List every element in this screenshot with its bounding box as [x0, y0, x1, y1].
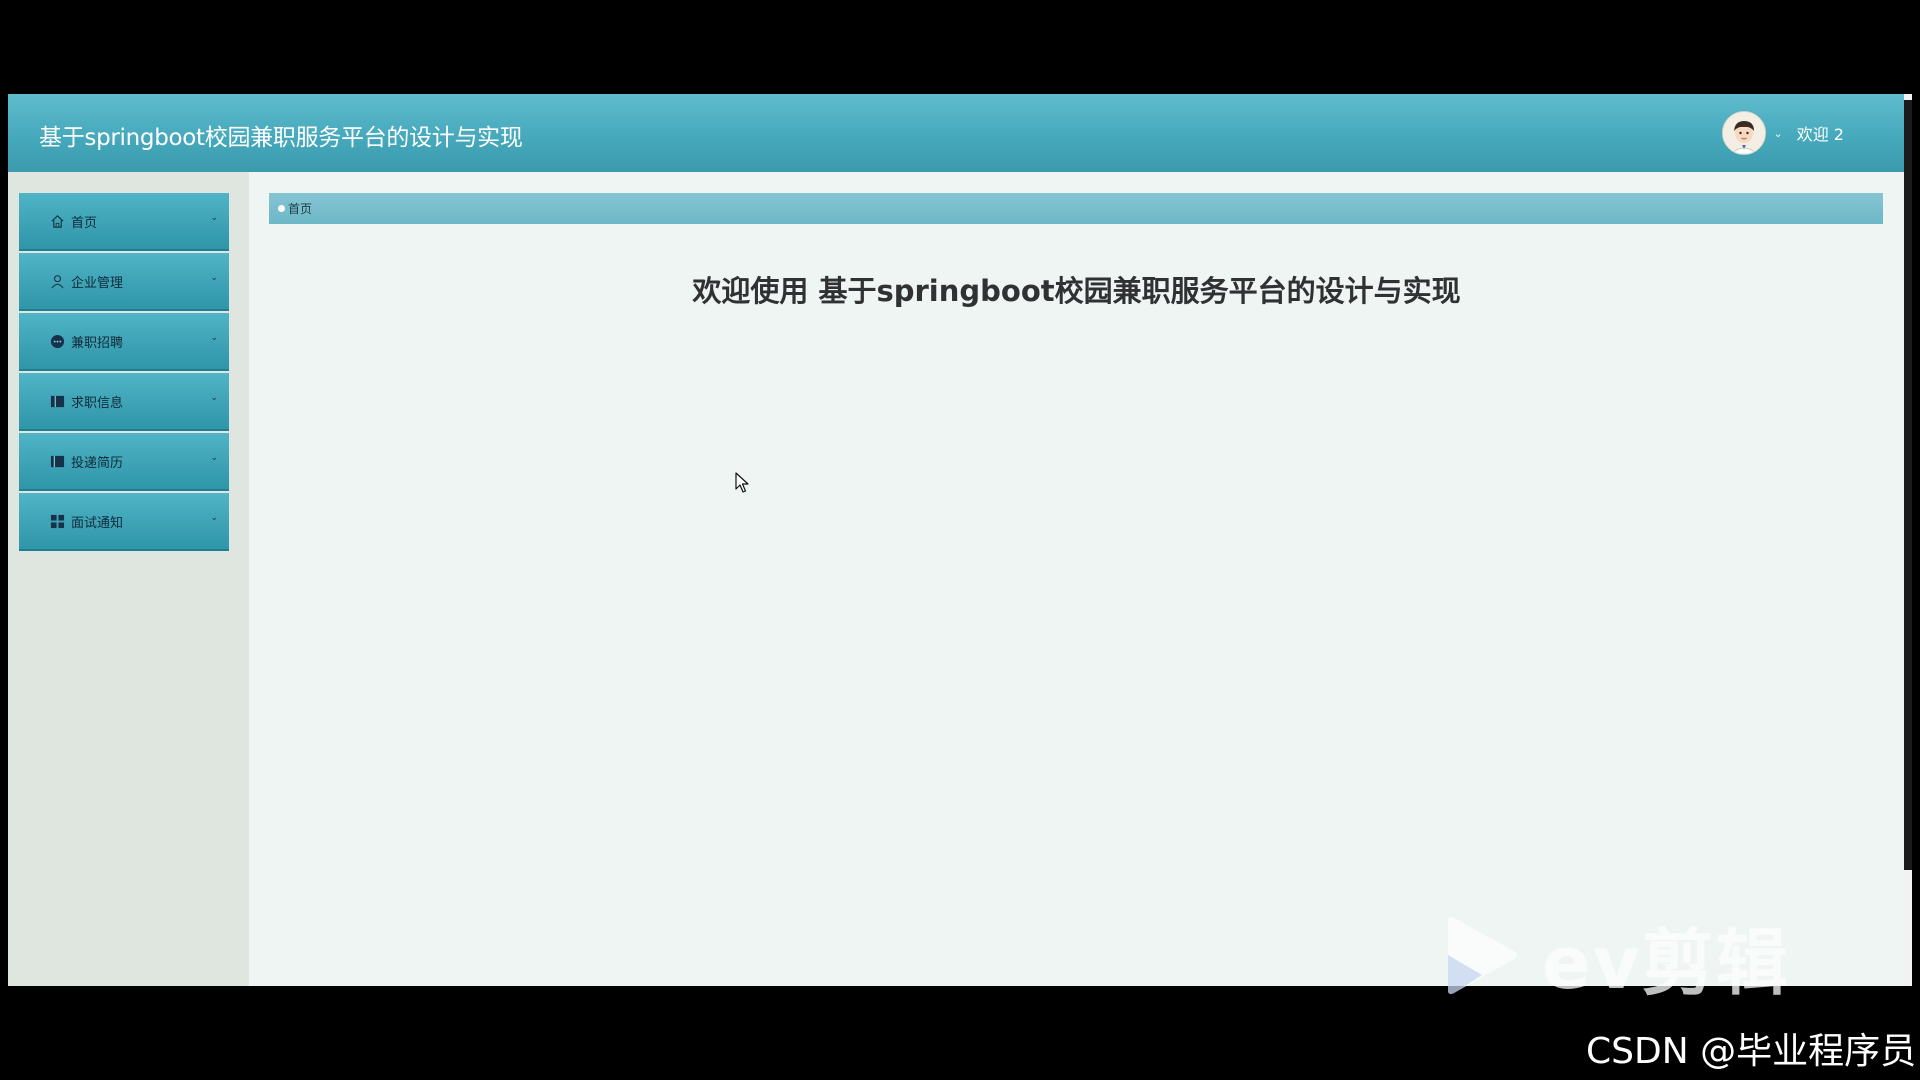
sidebar-item-resume-delivery[interactable]: 投递简历 ⌄ [19, 433, 229, 491]
sidebar-menu: 首页 ⌄ 企业管理 ⌄ 兼职招聘 ⌄ 求职信息 ⌄ 投递简历 ⌄ 面试通知 ⌄ [19, 193, 229, 553]
sidebar-item-job-seeking[interactable]: 求职信息 ⌄ [19, 373, 229, 431]
avatar-icon[interactable] [1721, 111, 1766, 155]
breadcrumb: 首页 [269, 193, 1883, 224]
mouse-cursor-icon [735, 472, 749, 493]
chat-bubble-icon [49, 333, 65, 349]
chevron-down-icon: ⌄ [210, 273, 218, 283]
home-icon [49, 213, 65, 229]
csdn-watermark: CSDN @毕业程序员 [1586, 1031, 1917, 1072]
app-title: 基于springboot校园兼职服务平台的设计与实现 [39, 125, 523, 151]
chevron-down-icon: ⌄ [210, 393, 218, 403]
sidebar-item-label: 面试通知 [71, 515, 124, 531]
user-icon [49, 273, 65, 289]
chevron-down-icon[interactable]: ⌄ [1774, 127, 1783, 140]
breadcrumb-dot-icon [278, 205, 285, 212]
sidebar-item-label: 求职信息 [71, 395, 124, 411]
video-watermark-text: ev剪辑 [1542, 921, 1790, 1005]
chevron-down-icon: ⌄ [210, 453, 218, 463]
sidebar-item-label: 投递简历 [71, 455, 124, 471]
sidebar-item-parttime-jobs[interactable]: 兼职招聘 ⌄ [19, 313, 229, 371]
vertical-scrollbar[interactable] [1904, 94, 1912, 986]
welcome-heading: 欢迎使用 基于springboot校园兼职服务平台的设计与实现 [692, 274, 1461, 308]
book-icon [49, 393, 65, 409]
sidebar-item-label: 企业管理 [71, 275, 124, 291]
sidebar-item-label: 首页 [71, 215, 98, 231]
notebook-icon [49, 453, 65, 469]
chevron-down-icon: ⌄ [210, 213, 218, 223]
sidebar-item-label: 兼职招聘 [71, 335, 124, 351]
scrollbar-thumb[interactable] [1904, 100, 1912, 870]
user-menu[interactable]: ⌄ 欢迎 2 [1721, 111, 1844, 155]
sidebar-item-home[interactable]: 首页 ⌄ [19, 193, 229, 251]
chevron-down-icon: ⌄ [210, 333, 218, 343]
app-window: 基于springboot校园兼职服务平台的设计与实现 ⌄ 欢迎 2 首页 ⌄ 企… [8, 94, 1912, 986]
grid-icon [49, 513, 65, 529]
main-content: 首页 欢迎使用 基于springboot校园兼职服务平台的设计与实现 [249, 172, 1904, 986]
breadcrumb-item-home[interactable]: 首页 [288, 200, 312, 217]
play-logo-icon [1448, 916, 1517, 994]
video-watermark: ev剪辑 [1442, 904, 1790, 1009]
sidebar-item-interview-notice[interactable]: 面试通知 ⌄ [19, 493, 229, 551]
sidebar-item-company[interactable]: 企业管理 ⌄ [19, 253, 229, 311]
chevron-down-icon: ⌄ [210, 513, 218, 523]
top-header: 基于springboot校园兼职服务平台的设计与实现 ⌄ 欢迎 2 [8, 94, 1904, 172]
welcome-user[interactable]: 欢迎 2 [1797, 121, 1844, 145]
